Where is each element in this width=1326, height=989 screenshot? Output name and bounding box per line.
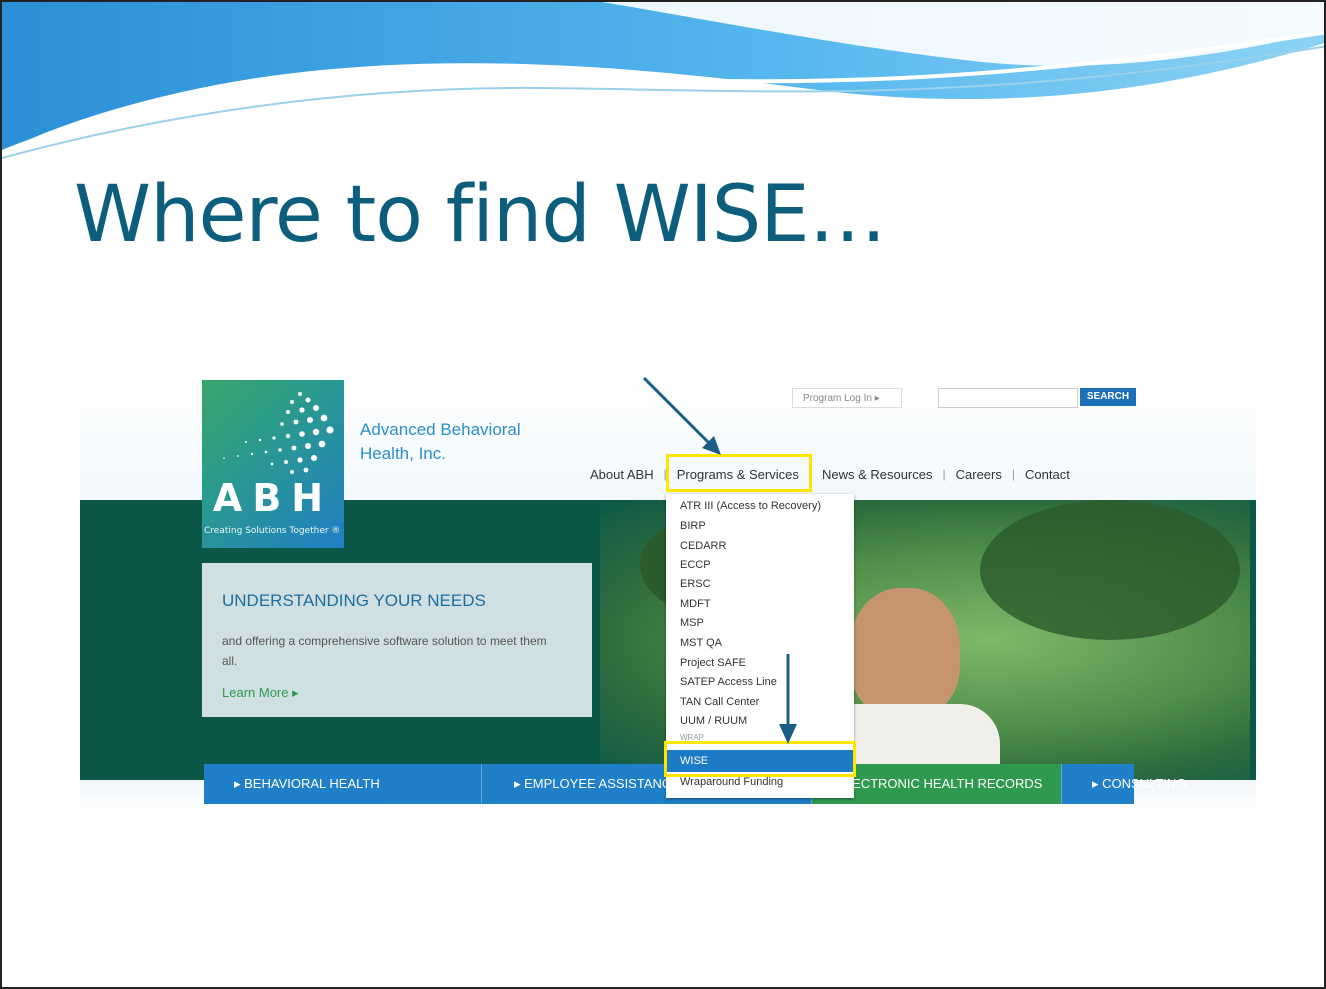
slide: Where to find WISE… ABH Creating Solutio… xyxy=(0,0,1326,989)
nav-contact[interactable]: Contact xyxy=(1015,467,1080,482)
tree-foliage xyxy=(980,500,1240,640)
nav-news-resources[interactable]: News & Resources xyxy=(812,467,943,482)
brand-name[interactable]: Advanced Behavioral Health, Inc. xyxy=(360,418,521,466)
header-wave-banner xyxy=(2,2,1324,159)
dropdown-item[interactable]: SATEP Access Line xyxy=(680,674,777,690)
highlight-programs-services xyxy=(666,454,812,492)
abh-logo[interactable]: ABH Creating Solutions Together ® xyxy=(202,380,344,548)
dropdown-item[interactable]: CEDARR xyxy=(680,538,726,554)
hero-callout: UNDERSTANDING YOUR NEEDS and offering a … xyxy=(202,563,592,717)
highlight-wise xyxy=(664,741,856,777)
photo-person xyxy=(850,588,960,718)
dropdown-item[interactable]: MST QA xyxy=(680,635,722,651)
nav-careers[interactable]: Careers xyxy=(946,467,1012,482)
dropdown-item[interactable]: ERSC xyxy=(680,576,711,592)
dropdown-item[interactable]: UUM / RUUM xyxy=(680,713,747,729)
main-nav: About ABH | Programs & Services | News &… xyxy=(580,464,1080,484)
dropdown-item[interactable]: ATR III (Access to Recovery) xyxy=(680,498,821,514)
search-input[interactable] xyxy=(938,388,1078,408)
service-behavioral-health[interactable]: ▸ BEHAVIORAL HEALTH xyxy=(204,764,482,804)
dropdown-item[interactable]: MSP xyxy=(680,615,704,631)
dropdown-item[interactable]: MDFT xyxy=(680,596,711,612)
nav-about[interactable]: About ABH xyxy=(580,467,664,482)
learn-more-link[interactable]: Learn More ▸ xyxy=(222,685,299,701)
logo-tagline: Creating Solutions Together ® xyxy=(204,526,341,536)
slide-title: Where to find WISE… xyxy=(74,170,887,260)
dropdown-item[interactable]: ECCP xyxy=(680,557,711,573)
program-login-button[interactable]: Program Log In ▸ xyxy=(792,388,902,408)
dot-pattern-icon xyxy=(223,392,334,474)
brand-name-line1: Advanced Behavioral xyxy=(360,420,521,439)
brand-name-line2: Health, Inc. xyxy=(360,444,446,463)
website-screenshot: ABH Creating Solutions Together ® Advanc… xyxy=(80,374,1256,820)
service-consulting[interactable]: ▸ CONSULTING xyxy=(1062,764,1186,804)
logo-wordmark: ABH xyxy=(212,476,334,520)
hero-text: and offering a comprehensive software so… xyxy=(222,634,547,668)
hero-title: UNDERSTANDING YOUR NEEDS xyxy=(222,591,486,610)
search-button[interactable]: SEARCH xyxy=(1080,388,1136,406)
dropdown-item[interactable]: TAN Call Center xyxy=(680,694,759,710)
dropdown-item[interactable]: Project SAFE xyxy=(680,655,746,671)
dropdown-item[interactable]: BIRP xyxy=(680,518,706,534)
